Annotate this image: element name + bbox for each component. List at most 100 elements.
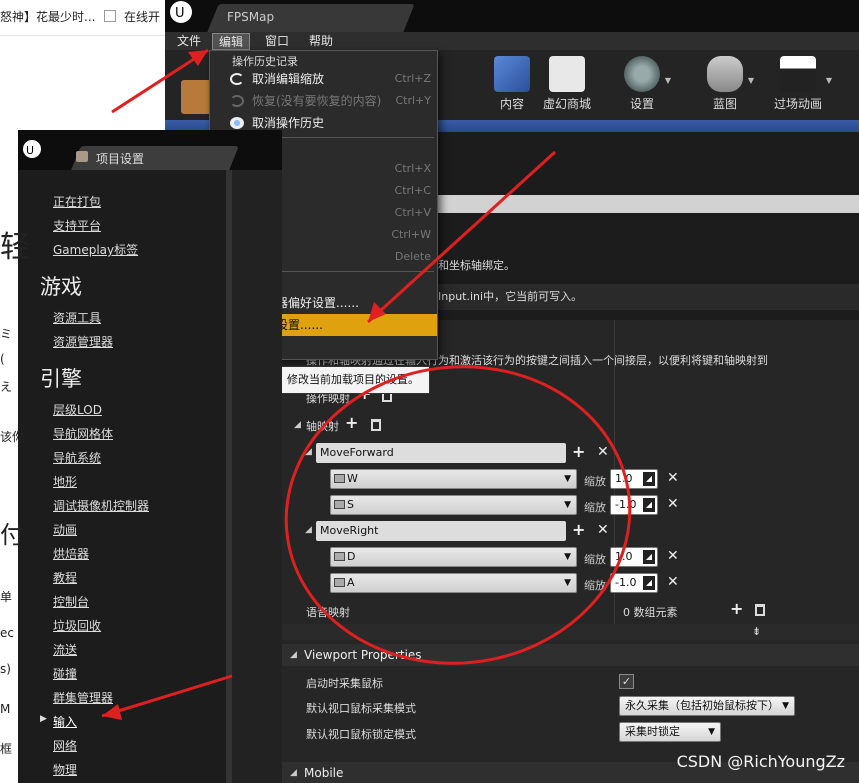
duplicate-shortcut: Ctrl+W xyxy=(391,228,431,241)
nav-animation[interactable]: 动画 xyxy=(53,521,77,538)
axis-mappings-label: 轴映射 xyxy=(306,420,339,433)
expand-arrow-icon: ⇟ xyxy=(752,625,762,638)
menu-edit[interactable]: 编辑 xyxy=(212,33,251,50)
nav-supported-platforms[interactable]: 支持平台 xyxy=(53,217,101,234)
expand-triangle-icon[interactable]: ◢ xyxy=(305,525,312,535)
nav-garbage-collection[interactable]: 垃圾回收 xyxy=(53,617,101,634)
cut-shortcut: Ctrl+X xyxy=(394,162,431,175)
key-value: W xyxy=(347,472,358,485)
viewport-properties-section[interactable]: ◢ Viewport Properties xyxy=(282,644,859,666)
browser-tab-1[interactable]: 怒神】花最少时... xyxy=(0,8,95,25)
nav-crowd-manager[interactable]: 群集管理器 xyxy=(53,689,113,706)
nav-input[interactable]: 输入 xyxy=(53,713,77,730)
nav-packaging[interactable]: 正在打包 xyxy=(53,193,101,210)
scale-value: -1.0 xyxy=(615,498,637,511)
trash-icon[interactable] xyxy=(371,419,381,431)
spin-icon[interactable]: ◢ xyxy=(643,550,655,564)
expand-bar[interactable]: ⇟ xyxy=(282,624,859,640)
undo-label: 取消编辑缩放 xyxy=(252,72,325,86)
nav-landscape[interactable]: 地形 xyxy=(53,473,77,490)
nav-cooker[interactable]: 烘焙器 xyxy=(53,545,89,562)
menu-window[interactable]: 窗口 xyxy=(259,33,295,50)
menu-help[interactable]: 帮助 xyxy=(303,33,339,50)
axis-name-field[interactable]: MoveRight xyxy=(316,521,566,541)
capture-mode-value: 永久采集（包括初始鼠标按下） xyxy=(625,699,779,712)
nav-asset-tools[interactable]: 资源工具 xyxy=(53,309,101,326)
scale-value: 1.0 xyxy=(615,550,633,563)
bg-text: え xyxy=(0,380,13,394)
toolbar-blueprint-button[interactable]: 蓝图 ▼ xyxy=(690,54,760,116)
key-selector[interactable]: W ▼ xyxy=(330,469,577,489)
menu-item-undo[interactable]: 取消编辑缩放 Ctrl+Z xyxy=(210,68,437,90)
browser-tab-2[interactable]: 在线开 xyxy=(124,8,160,25)
expand-triangle-icon[interactable]: ◢ xyxy=(294,420,301,430)
remove-icon[interactable]: ✕ xyxy=(667,548,679,564)
scale-input[interactable]: 1.0 ◢ xyxy=(610,547,658,567)
unreal-logo-icon: U xyxy=(170,1,192,23)
remove-icon[interactable]: ✕ xyxy=(667,496,679,512)
key-selector[interactable]: A ▼ xyxy=(330,573,577,593)
chevron-down-icon: ▼ xyxy=(564,474,571,484)
nav-collision[interactable]: 碰撞 xyxy=(53,665,77,682)
add-axis-mapping-icon[interactable]: + xyxy=(345,413,358,432)
nav-navigation-system[interactable]: 导航系统 xyxy=(53,449,101,466)
remove-icon[interactable]: ✕ xyxy=(597,522,609,538)
nav-asset-manager[interactable]: 资源管理器 xyxy=(53,333,113,350)
menu-file[interactable]: 文件 xyxy=(171,33,207,50)
menu-item-redo[interactable]: 恢复(没有要恢复的内容) Ctrl+Y xyxy=(210,90,437,112)
toolbar-marketplace-button[interactable]: 虚幻商城 xyxy=(532,54,602,116)
add-speech-mapping-icon[interactable]: + xyxy=(730,599,743,618)
redo-shortcut: Ctrl+Y xyxy=(395,94,431,107)
nav-navmesh[interactable]: 导航网格体 xyxy=(53,425,113,442)
project-settings-titlebar: U 项目设置 xyxy=(18,130,282,170)
level-tab-label: FPSMap xyxy=(227,10,275,24)
nav-physics[interactable]: 物理 xyxy=(53,761,77,778)
remove-icon[interactable]: ✕ xyxy=(667,574,679,590)
scrollbar[interactable] xyxy=(226,170,232,783)
scale-input[interactable]: -1.0 ◢ xyxy=(610,573,658,593)
bg-text: 框 xyxy=(0,742,13,756)
spin-icon[interactable]: ◢ xyxy=(643,472,655,486)
spin-icon[interactable]: ◢ xyxy=(643,498,655,512)
nav-console[interactable]: 控制台 xyxy=(53,593,89,610)
copy-shortcut: Ctrl+C xyxy=(394,184,431,197)
nav-tutorials[interactable]: 教程 xyxy=(53,569,77,586)
expand-triangle-icon[interactable]: ◢ xyxy=(305,447,312,457)
scale-input[interactable]: 1.0 ◢ xyxy=(610,469,658,489)
key-selector[interactable]: D ▼ xyxy=(330,547,577,567)
chevron-down-icon: ▼ xyxy=(564,578,571,588)
bg-text: ( xyxy=(0,352,5,366)
chevron-down-icon: ▼ xyxy=(564,500,571,510)
chevron-down-icon: ▼ xyxy=(564,552,571,562)
toolbar-settings-button[interactable]: 设置 ▼ xyxy=(607,54,677,116)
nav-hlod[interactable]: 层级LOD xyxy=(53,401,102,418)
add-key-icon[interactable]: + xyxy=(572,520,585,539)
spin-icon[interactable]: ◢ xyxy=(643,576,655,590)
nav-streaming[interactable]: 流送 xyxy=(53,641,77,658)
lock-mode-dropdown[interactable]: 采集时锁定 ▼ xyxy=(619,722,721,742)
bg-text: 该你 xyxy=(0,430,25,444)
remove-icon[interactable]: ✕ xyxy=(597,444,609,460)
capture-mode-dropdown[interactable]: 永久采集（包括初始鼠标按下） ▼ xyxy=(619,696,795,716)
undo-shortcut: Ctrl+Z xyxy=(394,72,431,85)
keyboard-icon xyxy=(334,578,345,587)
browser-tab-bar: 怒神】花最少时... 在线开 xyxy=(0,0,170,36)
unreal-logo-icon: U xyxy=(23,140,41,158)
scale-label: 缩放 xyxy=(584,475,606,488)
key-selector[interactable]: S ▼ xyxy=(330,495,577,515)
history-icon xyxy=(230,117,244,129)
remove-icon[interactable]: ✕ xyxy=(667,470,679,486)
lock-mode-value: 采集时锁定 xyxy=(625,725,680,738)
toolbar-cinematics-button[interactable]: 过场动画 ▼ xyxy=(758,54,838,116)
nav-network[interactable]: 网络 xyxy=(53,737,77,754)
capture-on-start-checkbox[interactable]: ✓ xyxy=(619,674,634,689)
trash-icon[interactable] xyxy=(755,604,765,616)
scale-input[interactable]: -1.0 ◢ xyxy=(610,495,658,515)
bg-text: s) xyxy=(0,662,11,676)
actor-icon[interactable] xyxy=(181,80,211,114)
add-key-icon[interactable]: + xyxy=(572,442,585,461)
nav-debug-camera[interactable]: 调试摄像机控制器 xyxy=(53,497,149,514)
axis-name-field[interactable]: MoveForward xyxy=(316,443,566,463)
bg-text: 轻 xyxy=(0,230,30,265)
nav-gameplay-tags[interactable]: Gameplay标签 xyxy=(53,241,138,258)
